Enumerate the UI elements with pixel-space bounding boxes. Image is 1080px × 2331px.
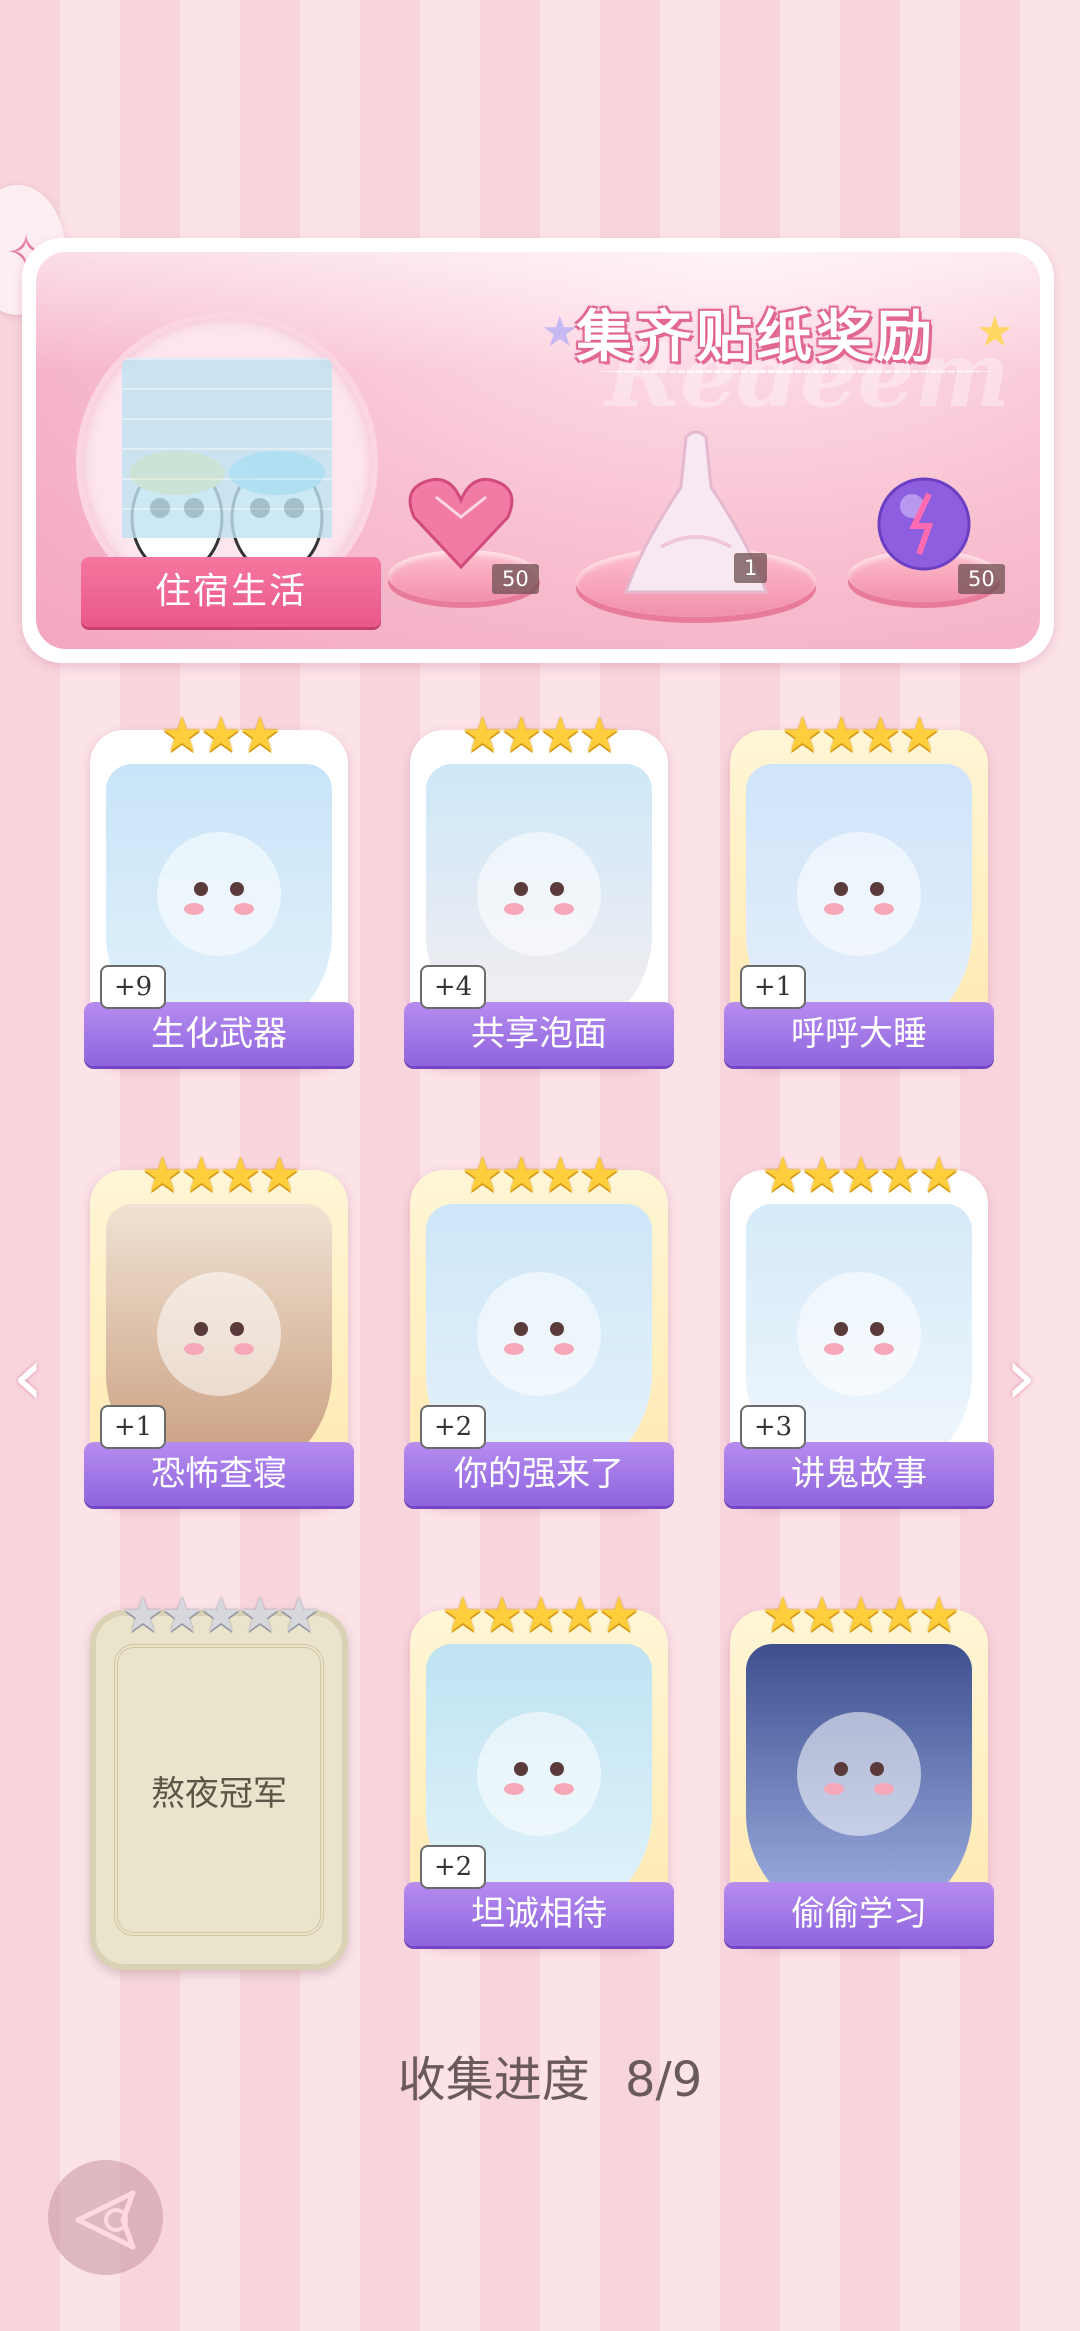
yellow-star-icon: ★ [976, 307, 1014, 356]
card-name: 生化武器 [84, 1002, 354, 1066]
star-rating: ★★★★★ [761, 1587, 960, 1643]
card-name: 共享泡面 [404, 1002, 674, 1066]
reward-count: 1 [734, 553, 768, 583]
prev-page-arrow[interactable]: ‹ [12, 1330, 44, 1423]
next-page-arrow[interactable]: › [1005, 1330, 1037, 1423]
theme-label: 住宿生活 [63, 557, 399, 627]
progress-label: 收集进度 [397, 2052, 590, 2108]
star-rating: ★★★★★ [121, 1587, 320, 1643]
star-rating: ★★★★ [460, 707, 621, 763]
sticker-card[interactable]: 偷偷学习 ★★★★★ [724, 1587, 994, 1950]
purple-energy-orb-icon[interactable] [874, 474, 974, 574]
duplicate-count-badge: +1 [740, 965, 806, 1009]
sticker-card[interactable]: 熬夜冠军 ★★★★★ [90, 1587, 348, 1970]
sticker-card[interactable]: 恐怖查寝 +1 ★★★★ [84, 1147, 354, 1510]
duplicate-count-badge: +4 [420, 965, 486, 1009]
back-button[interactable] [48, 2160, 163, 2275]
reward-count: 50 [492, 564, 539, 594]
star-rating: ★★★★★ [441, 1587, 640, 1643]
sticker-card[interactable]: 讲鬼故事 +3 ★★★★★ [724, 1147, 994, 1510]
sticker-card[interactable]: 共享泡面 +4 ★★★★ [404, 707, 674, 1070]
purple-star-icon: ★ [541, 307, 579, 356]
duplicate-count-badge: +9 [100, 965, 166, 1009]
card-name: 讲鬼故事 [724, 1442, 994, 1506]
reward-count: 50 [958, 564, 1005, 594]
dashed-divider [596, 370, 996, 373]
pink-heart-gem-icon[interactable] [406, 472, 516, 572]
progress-value: 8/9 [625, 2052, 703, 2108]
duplicate-count-badge: +2 [420, 1405, 486, 1449]
collection-progress: 收集进度 8/9 [0, 2040, 1080, 2110]
card-name: 坦诚相待 [404, 1882, 674, 1946]
card-name: 你的强来了 [404, 1442, 674, 1506]
star-rating: ★★★★★ [761, 1147, 960, 1203]
duplicate-count-badge: +2 [420, 1845, 486, 1889]
banner-title: 集齐贴纸奖励 [576, 305, 936, 370]
card-name: 呼呼大睡 [724, 1002, 994, 1066]
back-arrow-icon [75, 2190, 136, 2250]
reward-banner-inner: Redeem ★ ★ 集齐贴纸奖励 住宿生活 50 1 50 [36, 252, 1040, 649]
card-name: 恐怖查寝 [84, 1442, 354, 1506]
star-rating: ★★★★ [460, 1147, 621, 1203]
reward-banner: Redeem ★ ★ 集齐贴纸奖励 住宿生活 50 1 50 [22, 238, 1054, 663]
star-rating: ★★★ [160, 707, 281, 763]
sticker-card[interactable]: 生化武器 +9 ★★★ [84, 707, 354, 1070]
sticker-card[interactable]: 呼呼大睡 +1 ★★★★ [724, 707, 994, 1070]
card-name: 熬夜冠军 [114, 1644, 324, 1936]
sticker-card[interactable]: 你的强来了 +2 ★★★★ [404, 1147, 674, 1510]
star-rating: ★★★★ [780, 707, 941, 763]
card-name: 偷偷学习 [724, 1882, 994, 1946]
star-rating: ★★★★ [140, 1147, 301, 1203]
duplicate-count-badge: +3 [740, 1405, 806, 1449]
duplicate-count-badge: +1 [100, 1405, 166, 1449]
sticker-card[interactable]: 坦诚相待 +2 ★★★★★ [404, 1587, 674, 1950]
locked-card-frame: 熬夜冠军 [90, 1610, 348, 1970]
